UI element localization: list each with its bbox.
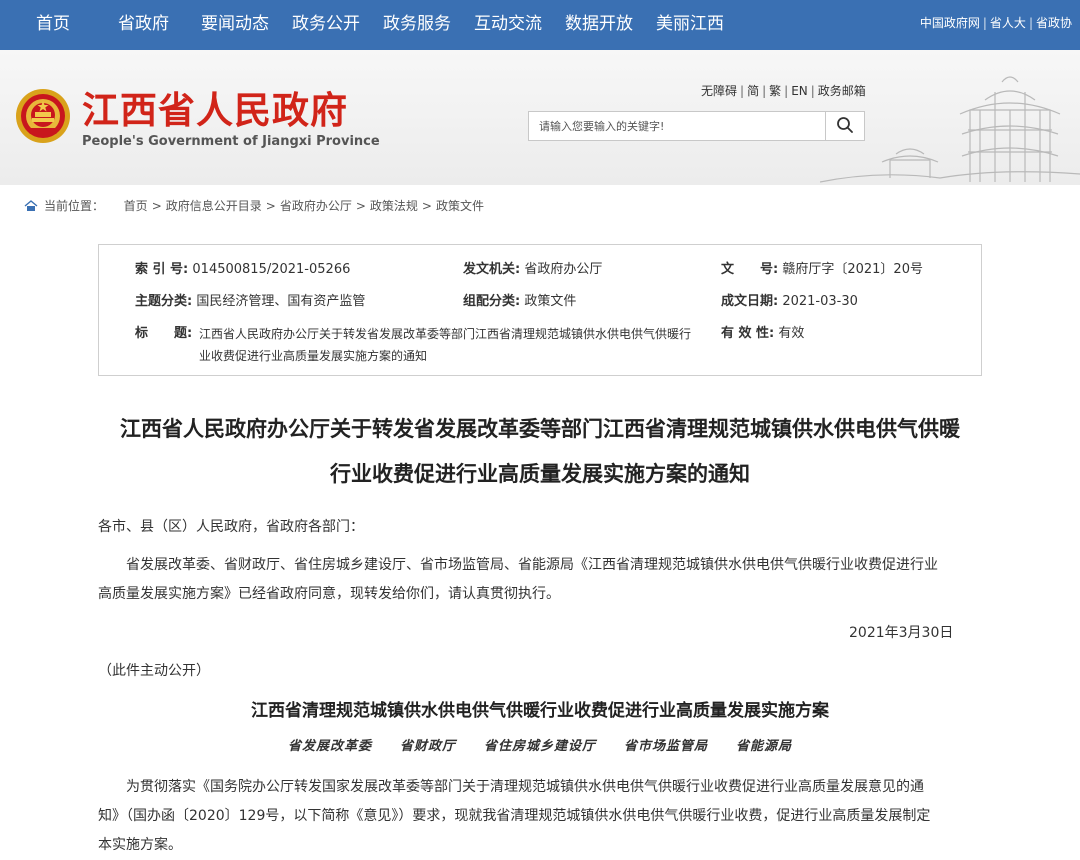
meta-docno-value: 赣府厅字〔2021〕20号 (782, 262, 923, 277)
breadcrumb-info-directory[interactable]: 政府信息公开目录 (166, 199, 262, 213)
paragraph-2-line-1: 为贯彻落实《国务院办公厅转发国家发展改革委等部门关于清理规范城镇供水供电供气供暖… (126, 779, 924, 795)
meta-category-value: 政策文件 (524, 294, 577, 309)
nav-item-provincial-gov[interactable]: 省政府 (118, 13, 169, 35)
meta-validity-value: 有效 (778, 326, 805, 341)
site-title: 江西省人民政府 (82, 88, 348, 132)
separator: | (784, 84, 789, 98)
meta-index-value: 014500815/2021-05266 (192, 262, 351, 277)
separator: | (740, 84, 745, 98)
site-title-english: People's Government of Jiangxi Province (82, 134, 380, 149)
meta-date-value: 2021-03-30 (782, 294, 858, 309)
link-accessibility[interactable]: 无障碍 (701, 84, 737, 98)
separator: | (810, 84, 815, 98)
meta-docno: 文 号: 赣府厅字〔2021〕20号 (721, 259, 923, 281)
breadcrumb-policy-docs[interactable]: 政策文件 (436, 199, 484, 213)
plan-title: 江西省清理规范城镇供水供电供气供暖行业收费促进行业高质量发展实施方案 (251, 701, 829, 721)
breadcrumb-separator: > (265, 199, 276, 213)
document-title: 江西省人民政府办公厅关于转发省发展改革委等部门江西省清理规范城镇供水供电供气供暖… (90, 407, 990, 497)
paragraph-1-line-2: 高质量发展实施方案》已经省政府同意，现转发给你们，请认真贯彻执行。 (98, 586, 560, 602)
breadcrumb-general-office[interactable]: 省政府办公厅 (280, 199, 352, 213)
search-input[interactable] (528, 111, 826, 141)
link-china-gov[interactable]: 中国政府网 (920, 16, 980, 30)
nav-item-gov-services[interactable]: 政务服务 (383, 13, 451, 35)
separator: | (1028, 16, 1033, 30)
disclosure-note: （此件主动公开） (98, 663, 210, 679)
link-provincial-cppcc[interactable]: 省政协 (1036, 16, 1072, 30)
link-traditional[interactable]: 繁 (769, 84, 781, 98)
document-title-line-2: 行业收费促进行业高质量发展实施方案的通知 (330, 462, 750, 486)
document-metadata-box: 索 引 号: 014500815/2021-05266 发文机关: 省政府办公厅… (98, 244, 982, 376)
meta-topic-label: 主题分类: (135, 294, 193, 309)
breadcrumb-separator: > (151, 199, 162, 213)
nav-item-beautiful-jiangxi[interactable]: 美丽江西 (656, 13, 724, 35)
meta-index: 索 引 号: 014500815/2021-05266 (135, 259, 350, 281)
meta-issuer-value: 省政府办公厅 (524, 262, 603, 277)
nav-item-open-data[interactable]: 数据开放 (565, 13, 633, 35)
breadcrumb-label: 当前位置： (44, 199, 105, 213)
meta-docno-label: 文 号: (721, 262, 779, 277)
paragraph-2: 为贯彻落实《国务院办公厅转发国家发展改革委等部门关于清理规范城镇供水供电供气供暖… (98, 773, 982, 860)
issue-date: 2021年3月30日 (849, 625, 954, 641)
breadcrumb-home[interactable]: 首页 (124, 199, 148, 213)
salutation: 各市、县（区）人民政府，省政府各部门： (98, 519, 364, 535)
pavilion-illustration (820, 76, 1080, 183)
document-title-line-1: 江西省人民政府办公厅关于转发省发展改革委等部门江西省清理规范城镇供水供电供气供暖 (120, 417, 960, 441)
meta-date-label: 成文日期: (721, 294, 779, 309)
external-links: 中国政府网 | 省人大 | 省政协 (920, 15, 1072, 31)
link-english[interactable]: EN (791, 84, 808, 98)
nav-item-gov-affairs-public[interactable]: 政务公开 (292, 13, 360, 35)
nav-item-home[interactable]: 首页 (36, 13, 70, 35)
plan-issuers: 省发展改革委 省财政厅 省住房城乡建设厅 省市场监管局 省能源局 (287, 739, 792, 754)
nav-item-interaction[interactable]: 互动交流 (474, 13, 542, 35)
breadcrumb-policies[interactable]: 政策法规 (370, 199, 418, 213)
meta-date: 成文日期: 2021-03-30 (721, 291, 858, 313)
breadcrumb-separator: > (421, 199, 432, 213)
meta-validity: 有 效 性: 有效 (721, 323, 804, 345)
home-icon (24, 200, 38, 211)
meta-title-value: 江西省人民政府办公厅关于转发省发展改革委等部门江西省清理规范城镇供水供电供气供暖… (199, 327, 692, 363)
paragraph-1-line-1: 省发展改革委、省财政厅、省住房城乡建设厅、省市场监管局、省能源局《江西省清理规范… (126, 557, 938, 573)
separator: | (982, 16, 987, 30)
breadcrumb: 当前位置： 首页 > 政府信息公开目录 > 省政府办公厅 > 政策法规 > 政策文件 (24, 198, 484, 214)
meta-topic-value: 国民经济管理、国有资产监管 (196, 294, 366, 309)
meta-issuer-label: 发文机关: (463, 262, 521, 277)
paragraph-1: 省发展改革委、省财政厅、省住房城乡建设厅、省市场监管局、省能源局《江西省清理规范… (98, 551, 982, 609)
link-simplified[interactable]: 简 (747, 84, 759, 98)
separator: | (762, 84, 767, 98)
top-nav-bar: 首页 省政府 要闻动态 政务公开 政务服务 互动交流 数据开放 美丽江西 中国政… (0, 0, 1080, 50)
meta-index-label: 索 引 号: (135, 262, 189, 277)
meta-title-label: 标 题: (135, 326, 193, 341)
link-provincial-congress[interactable]: 省人大 (990, 16, 1026, 30)
nav-item-news[interactable]: 要闻动态 (201, 13, 269, 35)
meta-category-label: 组配分类: (463, 294, 521, 309)
breadcrumb-separator: > (355, 199, 366, 213)
paragraph-2-line-3: 本实施方案。 (98, 837, 182, 853)
paragraph-2-line-2: 知》（国办函〔2020〕129号，以下简称《意见》）要求，现就我省清理规范城镇供… (98, 808, 931, 824)
meta-topic: 主题分类: 国民经济管理、国有资产监管 (135, 291, 365, 313)
national-emblem-icon (16, 89, 70, 143)
meta-validity-label: 有 效 性: (721, 326, 775, 341)
meta-category: 组配分类: 政策文件 (463, 291, 576, 313)
site-header: 江西省人民政府 People's Government of Jiangxi P… (0, 50, 1080, 185)
meta-issuer: 发文机关: 省政府办公厅 (463, 259, 602, 281)
